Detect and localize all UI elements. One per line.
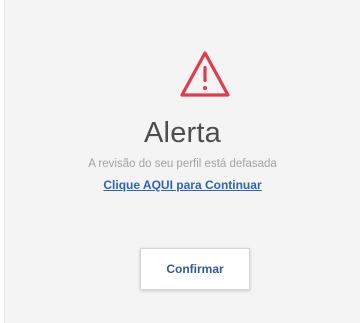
- warning-triangle-icon: [179, 49, 231, 101]
- continue-link[interactable]: Clique AQUI para Continuar: [5, 178, 360, 192]
- alert-title: Alerta: [144, 117, 221, 149]
- alert-dialog: Alerta A revisão do seu perfil está defa…: [4, 0, 360, 323]
- alert-message: A revisão do seu perfil está defasada: [88, 158, 277, 170]
- confirm-button-label: Confirmar: [166, 262, 224, 276]
- confirm-button[interactable]: Confirmar: [140, 248, 250, 290]
